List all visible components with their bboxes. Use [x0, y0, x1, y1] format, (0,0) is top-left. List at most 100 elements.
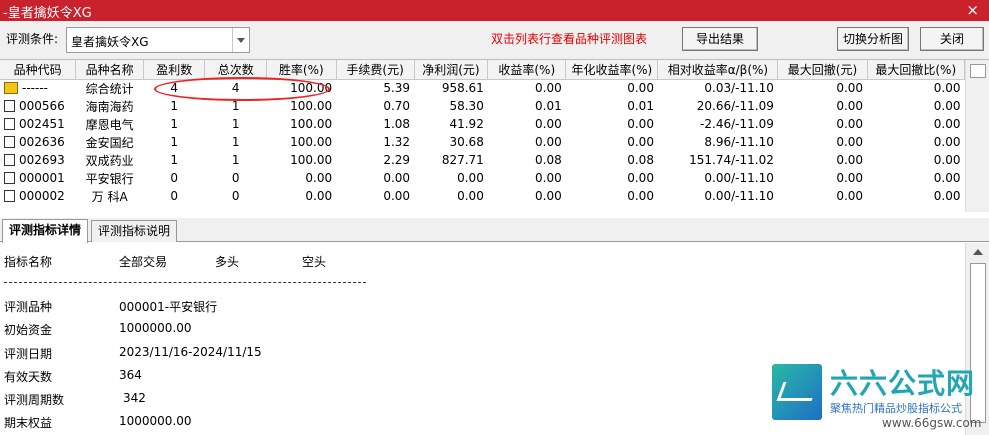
detail-value: 1000000.00	[119, 321, 192, 335]
cell-name: 万 科A	[91, 189, 128, 204]
col-header-return[interactable]: 收益率(%)	[487, 60, 567, 80]
cell-profit: 958.61	[441, 81, 484, 96]
cell-annual-return: 0.00	[627, 81, 654, 96]
cell-max-drawdown: 0.00	[836, 117, 864, 131]
detail-value: 2023/11/16-2024/11/15	[119, 345, 262, 359]
cell-max-drawdown-ratio: 0.00	[933, 135, 961, 149]
cell-return: 0.00	[535, 81, 562, 96]
watermark-logo: 六六公式网 聚焦热门精品炒股指标公式 www.66gsw.com	[772, 362, 989, 432]
cell-profit: 827.71	[441, 153, 484, 167]
cell-winrate: 100.00	[290, 135, 333, 149]
condition-select[interactable]: 皇者擒妖令XG	[66, 27, 250, 53]
cell-profit: 58.30	[449, 99, 484, 113]
col-header-max-drawdown[interactable]: 最大回撤(元)	[777, 60, 868, 80]
cell-alpha-beta: -2.46/-11.09	[700, 117, 774, 131]
cell-winrate: 0.00	[305, 189, 333, 203]
stock-icon	[4, 136, 15, 148]
divider	[4, 282, 366, 283]
cell-max-drawdown: 0.00	[836, 81, 864, 96]
cell-fee: 0.70	[383, 99, 411, 113]
cell-max-drawdown: 0.00	[836, 189, 864, 203]
detail-value: 364	[119, 368, 142, 382]
cell-max-drawdown: 0.00	[836, 153, 864, 167]
cell-code: 002451	[19, 117, 65, 131]
cell-return: 0.00	[535, 189, 562, 203]
hint-text: 双击列表行查看品种评测图表	[491, 32, 648, 46]
cell-winrate: 0.00	[305, 171, 333, 185]
col-header-annual-return[interactable]: 年化收益率(%)	[565, 60, 659, 80]
cell-annual-return: 0.00	[627, 135, 654, 149]
cell-alpha-beta: 0.00/-11.10	[704, 189, 774, 203]
cell-profit: 30.68	[449, 135, 484, 149]
detail-header-short: 空头	[302, 255, 327, 269]
detail-header-all: 全部交易	[119, 255, 168, 269]
cell-total: 0	[231, 189, 240, 203]
results-table[interactable]: 品种代码 品种名称 盈利数 总次数 胜率(%) 手续费(元) 净利润(元) 收益…	[0, 59, 989, 212]
cell-name: 平安银行	[85, 171, 134, 186]
cell-name: 摩恩电气	[85, 117, 134, 132]
col-header-alpha-beta[interactable]: 相对收益率α/β(%)	[657, 60, 779, 80]
cell-wins: 1	[170, 135, 179, 149]
col-header-profit[interactable]: 净利润(元)	[414, 60, 489, 80]
col-header-code[interactable]: 品种代码	[0, 60, 77, 80]
cell-max-drawdown: 0.00	[836, 135, 864, 149]
cell-max-drawdown-ratio: 0.00	[933, 171, 961, 185]
cell-code: 000001	[19, 171, 65, 185]
table-row-summary[interactable]: ------ 综合统计 4 4 100.00 5.39 958.61 0.00 …	[0, 79, 965, 97]
cell-annual-return: 0.00	[627, 117, 654, 131]
title-bar: -皇者擒妖令XG ×	[0, 0, 989, 21]
cell-fee: 2.29	[383, 153, 411, 167]
table-row[interactable]: 002636 金安国纪 1 1 100.00 1.32 30.68 0.00 0…	[0, 133, 965, 151]
col-header-fee[interactable]: 手续费(元)	[336, 60, 415, 80]
cell-fee: 1.08	[383, 117, 411, 131]
scroll-up-icon[interactable]	[973, 249, 983, 255]
table-row[interactable]: 000002 万 科A 0 0 0.00 0.00 0.00 0.00 0.00…	[0, 187, 965, 205]
close-button[interactable]: 关闭	[920, 27, 984, 51]
export-button[interactable]: 导出结果	[682, 27, 758, 51]
cell-fee: 5.39	[383, 81, 411, 96]
detail-label: 评测品种	[4, 300, 53, 314]
cell-total: 1	[231, 117, 240, 131]
cell-code: 000566	[19, 99, 65, 113]
table-row[interactable]: 000566 海南海药 1 1 100.00 0.70 58.30 0.01 0…	[0, 97, 965, 115]
scroll-thumb[interactable]	[970, 64, 986, 78]
stock-icon	[4, 190, 15, 202]
cell-wins: 0	[170, 171, 179, 185]
cell-name: 金安国纪	[85, 135, 134, 150]
close-icon[interactable]: ×	[966, 0, 979, 20]
logo-name: 六六公式网	[830, 367, 976, 400]
stock-icon	[4, 154, 15, 166]
cell-alpha-beta: 8.96/-11.10	[704, 135, 774, 149]
cell-max-drawdown-ratio: 0.00	[933, 117, 961, 131]
cell-return: 0.00	[535, 171, 562, 185]
col-header-wins[interactable]: 盈利数	[143, 60, 206, 80]
detail-label: 评测日期	[4, 347, 53, 361]
cell-wins: 1	[170, 99, 179, 113]
cell-name: 海南海药	[85, 99, 134, 114]
cell-total: 0	[231, 171, 240, 185]
cell-return: 0.00	[535, 117, 562, 131]
cell-code: 002636	[19, 135, 65, 149]
cell-profit: 0.00	[457, 189, 484, 203]
logo-icon	[772, 364, 822, 420]
table-header-row: 品种代码 品种名称 盈利数 总次数 胜率(%) 手续费(元) 净利润(元) 收益…	[0, 60, 966, 80]
cell-wins: 1	[170, 153, 179, 167]
table-row[interactable]: 000001 平安银行 0 0 0.00 0.00 0.00 0.00 0.00…	[0, 169, 965, 187]
cell-code: 002693	[19, 153, 65, 167]
chevron-down-icon[interactable]	[232, 28, 249, 52]
cell-code: 000002	[19, 189, 65, 203]
switch-chart-button[interactable]: 切换分析图	[837, 27, 909, 51]
detail-value: 000001-平安银行	[119, 300, 218, 314]
col-header-max-drawdown-ratio[interactable]: 最大回撤比(%)	[867, 60, 966, 80]
detail-label: 评测周期数	[4, 393, 65, 407]
col-header-name[interactable]: 品种名称	[75, 60, 144, 80]
tab-metric-description[interactable]: 评测指标说明	[91, 220, 178, 242]
highlight-oval	[154, 77, 330, 101]
cell-total: 1	[231, 153, 240, 167]
table-scrollbar[interactable]	[965, 60, 989, 212]
table-row[interactable]: 002693 双成药业 1 1 100.00 2.29 827.71 0.08 …	[0, 151, 965, 169]
tab-metric-details[interactable]: 评测指标详情	[2, 219, 89, 243]
cell-fee: 0.00	[383, 171, 411, 185]
col-header-winrate[interactable]: 胜率(%)	[266, 60, 337, 80]
table-row[interactable]: 002451 摩恩电气 1 1 100.00 1.08 41.92 0.00 0…	[0, 115, 965, 133]
